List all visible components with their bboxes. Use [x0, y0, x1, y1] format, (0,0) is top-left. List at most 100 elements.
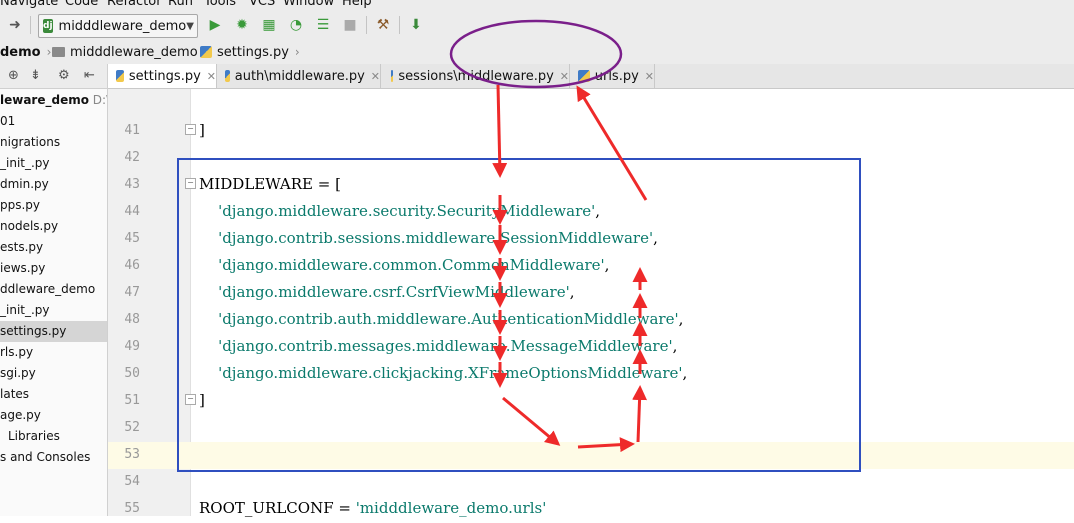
close-icon[interactable]: ✕ — [645, 70, 654, 83]
breadcrumb: demo › midddleware_demo› settings.py › — [0, 40, 1074, 65]
line-number: 51 — [124, 393, 140, 408]
code-line: 47 'django.middleware.csrf.CsrfViewMiddl… — [108, 280, 1074, 307]
menu-code[interactable]: Code — [65, 0, 98, 9]
code-text: 'django.contrib.messages.middleware.Mess… — [218, 337, 678, 355]
tree-item[interactable]: ests.py — [0, 237, 107, 258]
tree-item[interactable]: Libraries — [0, 426, 107, 447]
code-line: 54 — [108, 469, 1074, 496]
debug-icon[interactable]: ✹ — [233, 16, 251, 34]
tree-item[interactable]: ddleware_demo — [0, 279, 107, 300]
chevron-right-icon: › — [294, 45, 300, 59]
code-editor[interactable]: 41 − ] 42 43 − MIDDLEWARE = [ 44 'django… — [108, 89, 1074, 517]
line-number: 43 — [124, 177, 140, 192]
forward-arrow-icon[interactable]: ➜ — [6, 16, 24, 34]
tree-item[interactable]: leware_demo D:\s2 — [0, 90, 107, 111]
tree-item[interactable]: dmin.py — [0, 174, 107, 195]
django-icon: dj — [43, 19, 53, 33]
python-file-icon — [116, 70, 124, 82]
line-number: 49 — [124, 339, 140, 354]
breadcrumb-label: demo — [0, 44, 41, 60]
line-number: 50 — [124, 366, 140, 381]
python-file-icon — [200, 46, 212, 58]
menu-tools[interactable]: Tools — [204, 0, 236, 9]
gear-icon[interactable]: ⚙ — [58, 68, 70, 83]
coverage-icon[interactable]: ▦ — [260, 16, 278, 34]
code-text: 'django.contrib.sessions.middleware.Sess… — [218, 229, 658, 247]
tree-item[interactable]: 01 — [0, 111, 107, 132]
tab-auth-middleware[interactable]: auth\middleware.py ✕ — [217, 64, 381, 88]
tree-item[interactable]: rls.py — [0, 342, 107, 363]
tab-urls[interactable]: urls.py ✕ — [570, 64, 655, 88]
tree-item[interactable]: age.py — [0, 405, 107, 426]
menu-run[interactable]: Run — [168, 0, 193, 9]
code-line: 45 'django.contrib.sessions.middleware.S… — [108, 226, 1074, 253]
code-line-current: 53 — [108, 442, 1074, 469]
stop-icon[interactable]: ■ — [341, 16, 359, 34]
code-line: 49 'django.contrib.messages.middleware.M… — [108, 334, 1074, 361]
menu-help[interactable]: Help — [342, 0, 372, 9]
tree-item[interactable]: iews.py — [0, 258, 107, 279]
tab-sessions-middleware[interactable]: sessions\middleware.py ✕ — [381, 64, 570, 88]
sdk-manager-icon[interactable]: ⬇ — [407, 16, 425, 34]
tree-item[interactable]: pps.py — [0, 195, 107, 216]
tree-item[interactable]: lates — [0, 384, 107, 405]
line-number: 52 — [124, 420, 140, 435]
toolbar-separator — [366, 16, 367, 34]
concurrency-icon[interactable]: ☰ — [314, 16, 332, 34]
python-file-icon — [578, 70, 590, 82]
tree-item[interactable]: nigrations — [0, 132, 107, 153]
code-line: 50 'django.middleware.clickjacking.XFram… — [108, 361, 1074, 388]
code-line: 55 ROOT_URLCONF = 'midddleware_demo.urls… — [108, 496, 1074, 523]
run-icon[interactable]: ▶ — [206, 16, 224, 34]
fold-marker-icon[interactable]: − — [185, 124, 196, 135]
breadcrumb-item[interactable]: settings.py › — [200, 43, 300, 61]
tab-settings[interactable]: settings.py ✕ — [108, 64, 217, 88]
run-configuration-label: midddleware_demo — [58, 18, 187, 34]
close-icon[interactable]: ✕ — [371, 70, 380, 83]
menu-vcs[interactable]: VCS — [249, 0, 275, 9]
tree-item[interactable]: s and Consoles — [0, 447, 107, 468]
code-line: 42 — [108, 145, 1074, 172]
project-tool-window: ⊕ ⇟ ⚙ ⇤ leware_demo D:\s2 01 nigrations … — [0, 64, 108, 516]
toolbar: ➜ dj midddleware_demo ▼ ▶ ✹ ▦ ◔ ☰ ■ ⚒ ⬇ — [0, 10, 1074, 41]
toolbar-separator — [399, 16, 400, 34]
fold-marker-icon[interactable]: − — [185, 178, 196, 189]
menu-navigate[interactable]: Navigate — [0, 0, 58, 9]
code-text: ] — [199, 391, 205, 409]
breadcrumb-item[interactable]: midddleware_demo› — [52, 43, 208, 61]
fold-marker-icon[interactable]: − — [185, 394, 196, 405]
code-text: MIDDLEWARE = [ — [199, 175, 341, 193]
code-text: ] — [199, 121, 205, 139]
menu-refactor[interactable]: Refactor — [107, 0, 162, 9]
code-line: 51 − ] — [108, 388, 1074, 415]
breadcrumb-label: midddleware_demo — [70, 44, 198, 60]
collapse-icon[interactable]: ⇟ — [30, 68, 41, 83]
settings-tools-icon[interactable]: ⚒ — [374, 16, 392, 34]
close-icon[interactable]: ✕ — [560, 70, 569, 83]
tab-label: auth\middleware.py — [234, 68, 365, 84]
code-text: 'django.middleware.common.CommonMiddlewa… — [218, 256, 610, 274]
line-number: 46 — [124, 258, 140, 273]
close-icon[interactable]: ✕ — [207, 70, 216, 83]
locate-icon[interactable]: ⊕ — [8, 68, 19, 83]
chevron-down-icon: ▼ — [186, 20, 194, 32]
code-line: 48 'django.contrib.auth.middleware.Authe… — [108, 307, 1074, 334]
code-text: 'django.middleware.csrf.CsrfViewMiddlewa… — [218, 283, 575, 301]
line-number: 54 — [124, 474, 140, 489]
code-text: 'django.middleware.security.SecurityMidd… — [218, 202, 601, 220]
tree-item[interactable]: sgi.py — [0, 363, 107, 384]
tree-item[interactable]: nodels.py — [0, 216, 107, 237]
tree-item[interactable]: _init_.py — [0, 300, 107, 321]
tree-item[interactable]: _init_.py — [0, 153, 107, 174]
profile-icon[interactable]: ◔ — [287, 16, 305, 34]
python-file-icon — [225, 70, 230, 82]
code-line: 52 — [108, 415, 1074, 442]
line-number: 55 — [124, 501, 140, 516]
breadcrumb-item[interactable]: demo › — [0, 43, 51, 61]
hide-icon[interactable]: ⇤ — [84, 68, 95, 83]
editor-tabs: settings.py ✕ auth\middleware.py ✕ session… — [108, 64, 1074, 89]
run-configuration-select[interactable]: dj midddleware_demo ▼ — [38, 14, 198, 38]
tree-item-selected[interactable]: settings.py — [0, 321, 107, 342]
folder-icon — [52, 47, 65, 57]
menu-window[interactable]: Window — [283, 0, 334, 9]
